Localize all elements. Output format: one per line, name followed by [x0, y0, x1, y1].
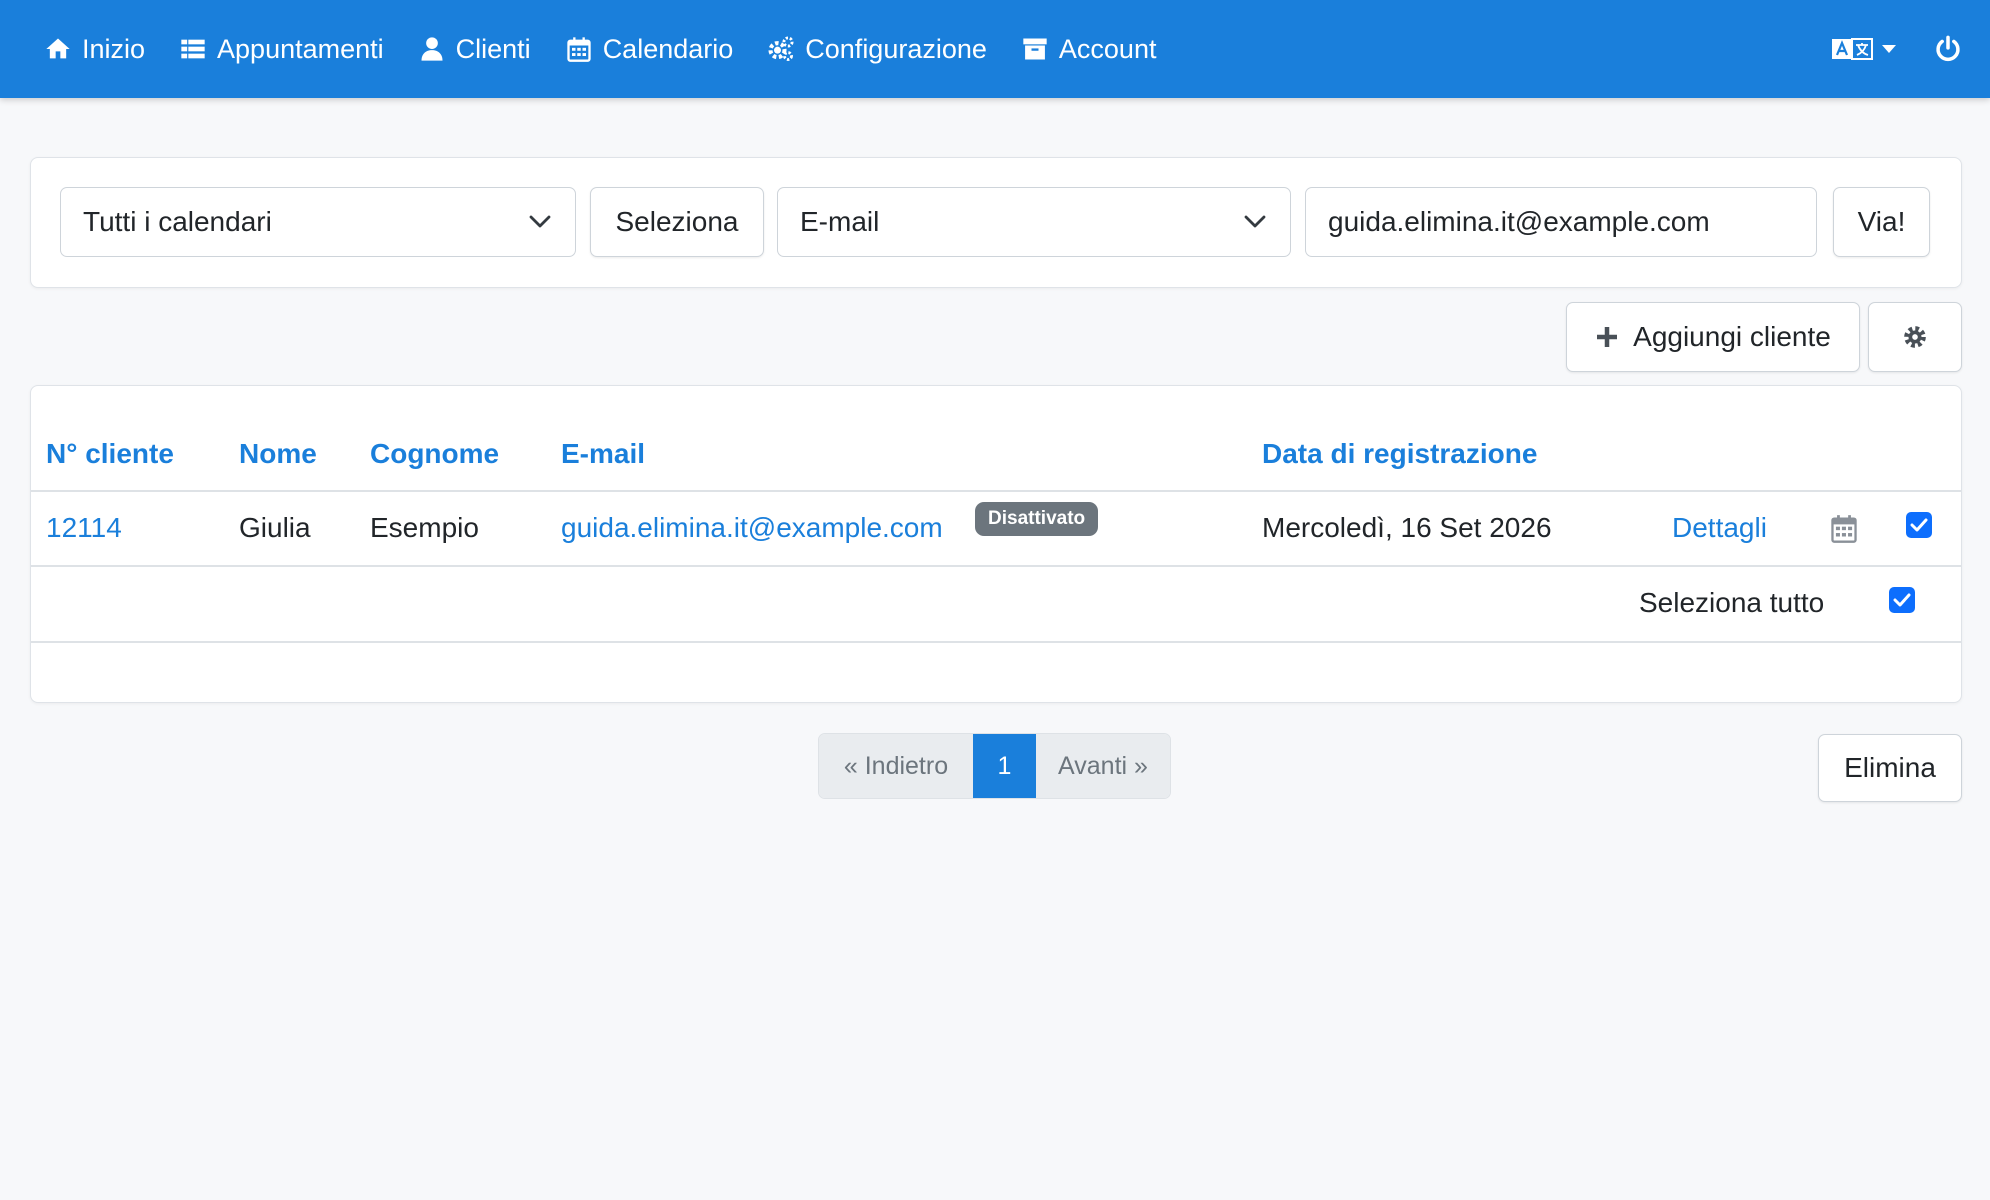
client-registration-date: Mercoledì, 16 Set 2026 — [1262, 512, 1552, 543]
column-header-email[interactable]: E-mail — [561, 438, 645, 470]
nav-item-label: Configurazione — [805, 33, 987, 64]
chevron-down-icon — [1244, 215, 1266, 228]
top-navbar: Inizio Appuntamenti Clienti Calendario C… — [0, 0, 1990, 98]
select-button[interactable]: Seleziona — [590, 187, 764, 257]
column-header-registration-date[interactable]: Data di registrazione — [1262, 438, 1537, 470]
nav-item-label: Clienti — [455, 33, 531, 64]
cogs-icon — [768, 36, 794, 61]
pagination-next[interactable]: Avanti » — [1036, 734, 1170, 798]
caret-down-icon — [1882, 45, 1896, 53]
language-icon — [1832, 38, 1873, 60]
select-all-checkbox[interactable] — [1889, 587, 1915, 613]
add-client-button[interactable]: Aggiungi cliente — [1566, 302, 1860, 372]
home-icon — [46, 38, 70, 59]
list-icon — [181, 39, 205, 59]
check-icon — [1910, 518, 1928, 532]
nav-item-appuntamenti[interactable]: Appuntamenti — [179, 34, 384, 65]
nav-item-label: Account — [1058, 33, 1157, 64]
language-dropdown[interactable] — [1832, 37, 1896, 61]
nav-item-clienti[interactable]: Clienti — [418, 34, 531, 65]
calendar-select-value: Tutti i calendari — [83, 206, 272, 237]
gear-icon — [1904, 326, 1926, 348]
select-all-label: Seleziona tutto — [1639, 587, 1825, 618]
pagination-page-1[interactable]: 1 — [973, 734, 1036, 798]
footer-divider — [31, 641, 1961, 643]
nav-item-calendario[interactable]: Calendario — [565, 33, 734, 65]
filter-panel: Tutti i calendari Seleziona E-mail guida… — [30, 157, 1962, 288]
calendar-icon — [567, 37, 591, 62]
calendar-select[interactable]: Tutti i calendari — [60, 187, 576, 257]
header-divider — [31, 490, 1961, 492]
column-header-first-name[interactable]: Nome — [239, 438, 317, 470]
search-input[interactable]: guida.elimina.it@example.com — [1305, 187, 1817, 257]
row-checkbox[interactable] — [1906, 512, 1932, 538]
search-field-select[interactable]: E-mail — [777, 187, 1291, 257]
go-button-label: Via! — [1857, 206, 1906, 237]
select-button-label: Seleziona — [615, 206, 739, 237]
pagination: « Indietro 1 Avanti » — [818, 733, 1171, 799]
details-link[interactable]: Dettagli — [1672, 512, 1767, 544]
nav-menu: Inizio Appuntamenti Clienti Calendario C… — [44, 34, 1190, 65]
client-last-name: Esempio — [370, 512, 479, 543]
go-button[interactable]: Via! — [1833, 187, 1930, 257]
clients-table: N° cliente Nome Cognome E-mail Data di r… — [30, 385, 1962, 703]
pagination-prev[interactable]: « Indietro — [819, 734, 973, 798]
search-field-select-value: E-mail — [800, 206, 880, 237]
client-id-link[interactable]: 12114 — [46, 512, 122, 544]
column-header-last-name[interactable]: Cognome — [370, 438, 499, 470]
search-input-value: guida.elimina.it@example.com — [1328, 206, 1710, 237]
chevron-down-icon — [529, 215, 551, 228]
delete-button-label: Elimina — [1844, 752, 1936, 783]
calendar-icon[interactable] — [1830, 514, 1858, 544]
row-divider — [31, 565, 1961, 567]
column-header-id[interactable]: N° cliente — [46, 438, 174, 470]
nav-item-account[interactable]: Account — [1021, 33, 1157, 65]
delete-button[interactable]: Elimina — [1818, 734, 1962, 802]
nav-item-label: Inizio — [82, 33, 146, 64]
client-first-name: Giulia — [239, 512, 311, 543]
logout-button[interactable] — [1934, 35, 1962, 63]
nav-item-configurazione[interactable]: Configurazione — [767, 34, 987, 65]
plus-icon — [1597, 327, 1618, 347]
nav-item-inizio[interactable]: Inizio — [44, 34, 145, 65]
settings-button[interactable] — [1868, 302, 1962, 372]
power-icon — [1936, 35, 1960, 62]
nav-right-controls — [1832, 0, 1962, 98]
nav-item-label: Appuntamenti — [217, 33, 384, 64]
add-client-button-label: Aggiungi cliente — [1633, 321, 1831, 352]
nav-item-label: Calendario — [602, 33, 734, 64]
check-icon — [1893, 593, 1911, 607]
archive-icon — [1023, 38, 1047, 60]
user-icon — [421, 37, 443, 61]
client-email-link[interactable]: guida.elimina.it@example.com — [561, 512, 943, 544]
status-badge: Disattivato — [975, 502, 1099, 536]
